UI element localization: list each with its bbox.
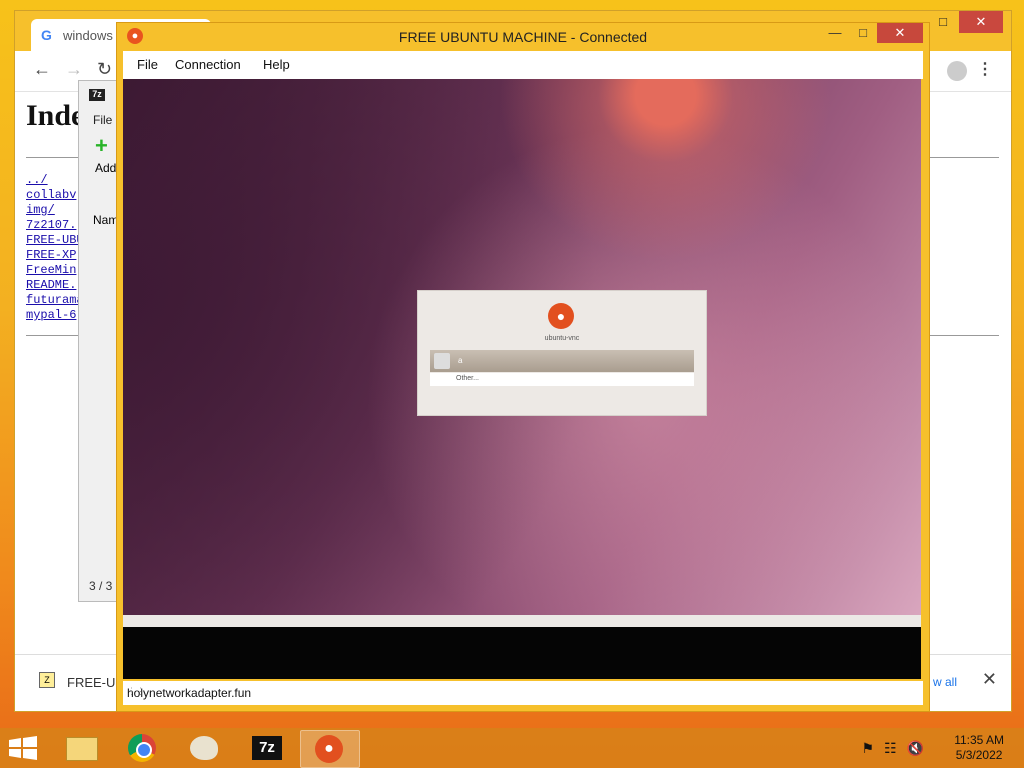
minimize-icon[interactable]: —	[821, 23, 849, 43]
list-item[interactable]: collabv	[26, 188, 84, 203]
system-tray: ⚑ ☷ 🔇	[861, 740, 924, 757]
list-item[interactable]: FreeMin	[26, 263, 84, 278]
resize-grip-icon[interactable]: ⋮⋮	[127, 686, 920, 703]
ubuntu-icon: ●	[315, 735, 343, 763]
add-button-label[interactable]: Add	[95, 161, 116, 175]
hostname-label: ubuntu-vnc	[544, 335, 580, 342]
taskbar: 7z ● ⚑ ☷ 🔇 11:35 AM 5/3/2022	[0, 728, 1024, 768]
chrome-icon	[128, 734, 156, 762]
remote-viewer-window: ● FREE UBUNTU MACHINE - Connected — □ ✕ …	[116, 22, 930, 712]
list-item[interactable]: FREE-XP	[26, 248, 84, 263]
status-bar: holynetworkadapter.fun ⋮⋮	[123, 681, 923, 705]
user-name: a	[458, 356, 463, 365]
show-all-link[interactable]: w all	[933, 675, 957, 689]
archive-file-icon: Z	[39, 672, 55, 688]
profile-avatar[interactable]	[947, 61, 967, 81]
clock-date: 5/3/2022	[955, 748, 1003, 762]
list-item[interactable]: futurama	[26, 293, 84, 308]
list-item[interactable]: ../	[26, 173, 84, 188]
folder-icon	[66, 737, 98, 761]
user-avatar-icon	[434, 353, 450, 369]
status-text: 3 / 3	[89, 579, 113, 593]
remote-black-area	[123, 627, 921, 679]
other-user-entry[interactable]: Other...	[430, 373, 694, 386]
menu-connection[interactable]: Connection	[175, 57, 241, 72]
taskbar-file-explorer[interactable]	[52, 730, 110, 766]
browser-menu-icon[interactable]: ⋮	[977, 59, 993, 79]
clock[interactable]: 11:35 AM 5/3/2022	[954, 733, 1004, 763]
7zip-icon: 7z	[89, 89, 105, 101]
list-item[interactable]: mypal-6	[26, 308, 84, 323]
name-column-header[interactable]: Nam	[93, 213, 118, 227]
menu-help[interactable]: Help	[263, 57, 290, 72]
windows-logo-icon	[9, 736, 37, 760]
close-icon[interactable]: ✕	[877, 23, 923, 43]
list-item[interactable]: img/	[26, 203, 84, 218]
google-icon: G	[41, 27, 52, 43]
other-user-label: Other...	[456, 375, 479, 382]
browser-tab-title: windows 7	[63, 28, 124, 43]
menu-bar: File Connection Help	[123, 51, 923, 79]
7zip-window: 7z File + Add Nam 3 / 3	[78, 80, 120, 602]
window-title: FREE UBUNTU MACHINE - Connected	[398, 29, 648, 45]
reload-icon[interactable]: ↻	[97, 59, 112, 80]
title-bar[interactable]: ● FREE UBUNTU MACHINE - Connected — □ ✕	[117, 23, 929, 51]
back-icon[interactable]: ←	[33, 59, 51, 80]
ubuntu-logo-icon: ●	[548, 303, 574, 329]
directory-listing: ../ collabv img/ 7z2107. FREE-UBU FREE-X…	[26, 173, 84, 323]
list-item[interactable]: README.	[26, 278, 84, 293]
taskbar-chrome[interactable]	[114, 730, 172, 766]
close-icon[interactable]: ✕	[959, 11, 1003, 33]
taskbar-7zip[interactable]: 7z	[238, 730, 296, 766]
menu-file[interactable]: File	[93, 113, 112, 127]
maximize-icon[interactable]: □	[927, 11, 959, 33]
list-item[interactable]: FREE-UBU	[26, 233, 84, 248]
maximize-icon[interactable]: □	[849, 23, 877, 43]
page-title: Inde	[26, 99, 85, 132]
paint-icon	[190, 736, 218, 760]
close-icon[interactable]: ✕	[982, 669, 997, 690]
volume-muted-icon[interactable]: 🔇	[907, 740, 924, 757]
action-center-flag-icon[interactable]: ⚑	[861, 740, 874, 757]
clock-time: 11:35 AM	[954, 733, 1004, 747]
user-entry[interactable]: a	[430, 350, 694, 372]
forward-icon[interactable]: →	[65, 59, 83, 80]
remote-screen[interactable]: ● ubuntu-vnc a Other...	[123, 79, 921, 615]
taskbar-paint[interactable]	[176, 730, 234, 766]
menu-file[interactable]: File	[137, 57, 158, 72]
add-icon[interactable]: +	[95, 133, 108, 159]
7zip-icon: 7z	[252, 736, 282, 760]
taskbar-remote-viewer[interactable]: ●	[300, 730, 360, 768]
window-controls: — □ ✕	[821, 23, 923, 43]
start-button[interactable]	[8, 736, 40, 760]
remote-bottom-panel	[123, 615, 921, 627]
login-dialog: ● ubuntu-vnc a Other...	[417, 290, 707, 416]
network-icon[interactable]: ☷	[884, 740, 897, 757]
list-item[interactable]: 7z2107.	[26, 218, 84, 233]
browser-window-controls: □ ✕	[927, 11, 1003, 35]
